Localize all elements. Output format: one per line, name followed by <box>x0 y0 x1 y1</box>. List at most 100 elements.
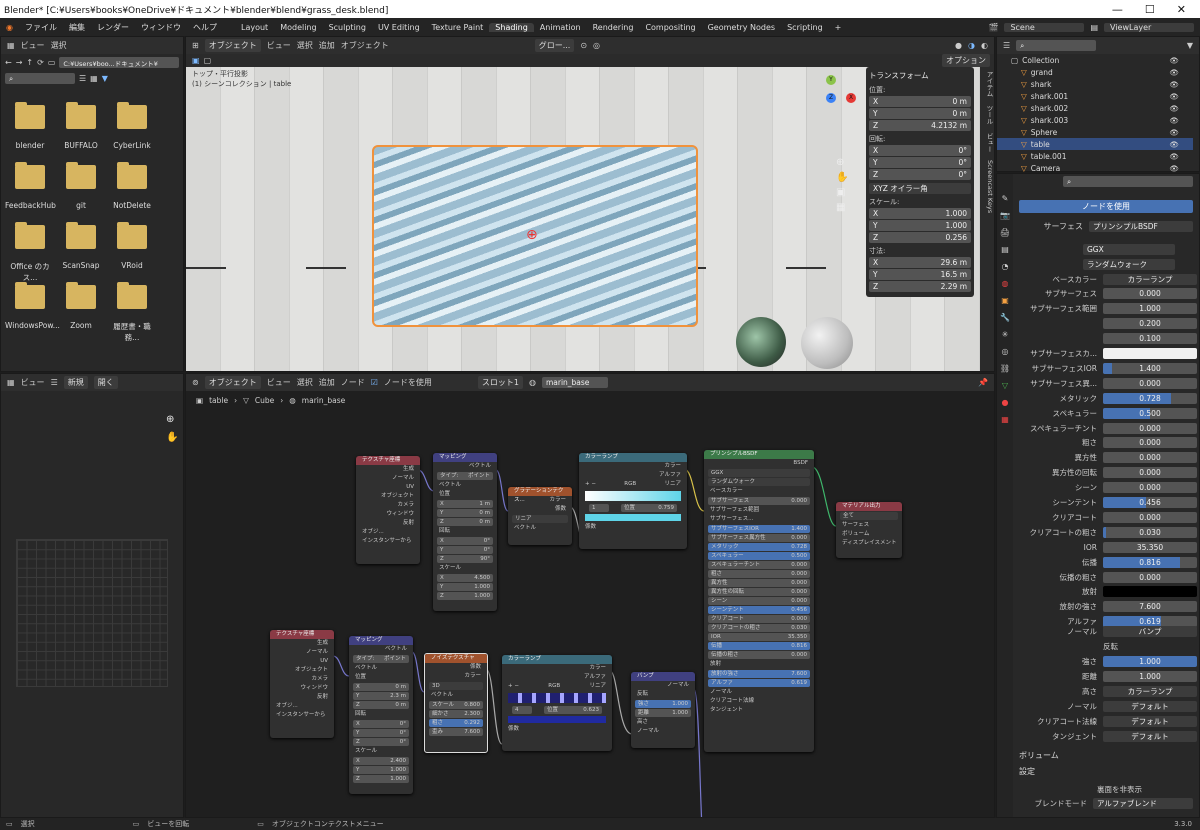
mode-selector[interactable]: オブジェクト <box>204 39 261 52</box>
folder-item[interactable]: VRoid <box>107 222 157 270</box>
file-view-menu[interactable]: ビュー <box>21 40 45 51</box>
mapping-node[interactable]: マッピング ベクトル タイプ: ポイント ベクトル 位置 X1 m Y0 m Z0… <box>433 453 497 611</box>
bsdf-input-row[interactable]: サブサーフェス... <box>704 515 814 524</box>
proportional-icon[interactable]: ◎ <box>593 41 600 50</box>
output-tab-icon[interactable]: 🖨 <box>1000 228 1010 237</box>
bsdf-input-row[interactable]: サブサーフェス異方性 0.000 <box>708 534 810 542</box>
normal-link[interactable]: バンプ <box>1103 625 1197 637</box>
outliner-item[interactable]: ▽ shark.003 👁 <box>997 114 1193 126</box>
tab-animation[interactable]: Animation <box>534 23 587 32</box>
bsdf-input-row[interactable]: シーン 0.000 <box>708 597 810 605</box>
viewport-menu-add[interactable]: 追加 <box>319 40 335 51</box>
texture-coordinate-node[interactable]: テクスチャ座標 生成 ノーマル UV オブジェクト カメラ ウィンドウ 反射 オ… <box>270 630 334 738</box>
bsdf-input-row[interactable]: 異方性 0.000 <box>708 579 810 587</box>
noise-texture-node[interactable]: ノイズテクスチャ 係数 カラー 3D ベクトル スケール 0.800 細かさ 2.3… <box>424 653 488 753</box>
bsdf-input-row[interactable]: サブサーフェス 0.000 <box>708 497 810 505</box>
tool-tab-icon[interactable]: ✎ <box>1002 194 1009 203</box>
bsdf-input-row[interactable]: IOR 35.350 <box>708 633 810 641</box>
visibility-icon[interactable]: 👁 <box>1169 116 1193 125</box>
bsdf-input-row[interactable]: クリアコート法線 <box>704 697 814 706</box>
property-value-field[interactable]: 0.000 <box>1103 452 1197 464</box>
outliner-search-input[interactable]: ⌕ <box>1016 40 1097 51</box>
bump-distance-field[interactable]: 1.000 <box>1103 670 1197 682</box>
filter-icon[interactable]: ▼ <box>102 74 108 83</box>
property-value-field[interactable]: 0.000 <box>1103 377 1197 389</box>
modifier-tab-icon[interactable]: 🔧 <box>1000 313 1010 322</box>
tab-compositing[interactable]: Compositing <box>639 23 701 32</box>
bsdf-input-row[interactable]: スペキュラーチント 0.000 <box>708 561 810 569</box>
render-tab-icon[interactable]: 📷 <box>1000 211 1010 220</box>
tab-scripting[interactable]: Scripting <box>781 23 829 32</box>
color-ramp-node[interactable]: カラーランプ カラー アルファ + − RGB リニア 1 位置 0.759 係数 <box>579 453 687 549</box>
visibility-icon[interactable]: 👁 <box>1169 56 1193 65</box>
folder-item[interactable]: NotDelete <box>107 162 157 210</box>
scale-y-field[interactable]: Y 1.000 <box>869 220 971 231</box>
editor-type-icon[interactable]: ▦ <box>7 378 15 387</box>
maximize-icon[interactable]: ☐ <box>1145 3 1155 16</box>
texture-tab-icon[interactable]: ▦ <box>1001 415 1009 424</box>
bump-node[interactable]: バンプ ノーマル 反転 強さ 1.000 距離 1.000 高さ ノーマル <box>631 672 695 748</box>
object-tab-icon[interactable]: ▣ <box>1001 296 1009 305</box>
tab-screencast-keys[interactable]: Screencast Keys <box>980 160 994 213</box>
gradient-texture-node[interactable]: グラデーションテクス... カラー 係数 リニア ベクトル <box>508 487 572 545</box>
bsdf-input-row[interactable]: ノーマル <box>704 688 814 697</box>
properties-search-input[interactable]: ⌕ <box>1063 176 1193 187</box>
view-layer-tab-icon[interactable]: ▤ <box>1001 245 1009 254</box>
property-value-field[interactable]: 0.000 <box>1103 422 1197 434</box>
bsdf-input-row[interactable]: クリアコートの粗さ 0.030 <box>708 624 810 632</box>
parent-dir-icon[interactable]: ↑ <box>26 58 33 67</box>
tab-view[interactable]: ビュー <box>980 133 994 153</box>
folder-item[interactable]: Zoom <box>56 282 106 330</box>
property-value-field[interactable]: 35.350 <box>1103 541 1197 553</box>
menu-file[interactable]: ファイル <box>19 22 63 33</box>
outliner-item[interactable]: ▽ shark.001 👁 <box>997 90 1193 102</box>
sss-method-select[interactable]: ランダムウォーク <box>1083 259 1175 270</box>
add-workspace-icon[interactable]: + <box>829 23 848 32</box>
filter-icon[interactable]: ▼ <box>1187 41 1193 50</box>
rotation-mode-select[interactable]: XYZ オイラー角 <box>869 183 971 194</box>
outliner-item[interactable]: ▢ Collection 👁 <box>997 54 1193 66</box>
outliner-item[interactable]: ▽ shark.002 👁 <box>997 102 1193 114</box>
material-tab-icon[interactable]: ● <box>1002 398 1009 407</box>
bsdf-input-row[interactable]: 伝播の粗さ 0.000 <box>708 651 810 659</box>
rotation-y-field[interactable]: Y 0° <box>869 157 971 168</box>
gizmo-y-axis[interactable]: Y <box>826 75 836 85</box>
ortho-grid-icon[interactable]: ▦ <box>836 202 848 213</box>
shading-solid-icon[interactable]: ● <box>955 41 962 50</box>
data-tab-icon[interactable]: ▽ <box>1002 381 1008 390</box>
viewport-menu-view[interactable]: ビュー <box>267 40 291 51</box>
gizmo-x-axis[interactable]: X <box>846 93 856 103</box>
bsdf-input-row[interactable]: クリアコート 0.000 <box>708 615 810 623</box>
menu-render[interactable]: レンダー <box>91 22 135 33</box>
folder-item[interactable]: Office のカス... <box>5 222 55 283</box>
outliner-item[interactable]: ▽ table 👁 <box>997 138 1193 150</box>
editor-type-icon[interactable]: ▦ <box>7 41 15 50</box>
outliner-item[interactable]: ▽ shark 👁 <box>997 78 1193 90</box>
menu-window[interactable]: ウィンドウ <box>135 22 187 33</box>
clearcoat-normal-link[interactable]: デフォルト <box>1103 715 1197 727</box>
property-value-field[interactable]: 0.030 <box>1103 526 1197 538</box>
rotation-x-field[interactable]: X 0° <box>869 145 971 156</box>
dimension-z-field[interactable]: Z 2.29 m <box>869 281 971 292</box>
bump-normal-link[interactable]: デフォルト <box>1103 700 1197 712</box>
outliner-item[interactable]: ▽ Sphere 👁 <box>997 126 1193 138</box>
tab-layout[interactable]: Layout <box>235 23 274 32</box>
new-folder-icon[interactable]: ▭ <box>48 58 56 67</box>
bsdf-input-row[interactable]: 粗さ 0.000 <box>708 570 810 578</box>
menu-icon[interactable]: ☰ <box>51 378 58 387</box>
menu-edit[interactable]: 編集 <box>63 22 91 33</box>
constraint-tab-icon[interactable]: ⛓ <box>1000 364 1010 373</box>
scene-tab-icon[interactable]: ◔ <box>1002 262 1009 271</box>
image-editor-panel[interactable]: ▦ ビュー ☰ 新規 開く ⊕ ✋ <box>0 373 184 818</box>
path-field[interactable]: C:¥Users¥boo...ドキュメント¥ <box>59 57 179 68</box>
shader-node-editor[interactable]: ⊚ オブジェクト ビュー 選択 追加 ノード ☑ ノードを使用 スロット1 ◍ … <box>185 373 995 818</box>
property-value-field[interactable]: 0.000 <box>1103 482 1197 494</box>
property-value-field[interactable]: 0.100 <box>1103 333 1197 345</box>
pan-hand-icon[interactable]: ✋ <box>836 172 848 183</box>
visibility-icon[interactable]: 👁 <box>1169 80 1193 89</box>
property-value-field[interactable]: カラーランプ <box>1103 273 1197 285</box>
property-value-field[interactable]: 0.500 <box>1103 407 1197 419</box>
property-value-field[interactable]: 0.000 <box>1103 437 1197 449</box>
color-ramp-node[interactable]: カラーランプ カラー アルファ + − RGB リニア 4 位置 0.623 係数 <box>502 655 612 751</box>
gizmo-z-axis[interactable]: Z <box>826 93 836 103</box>
